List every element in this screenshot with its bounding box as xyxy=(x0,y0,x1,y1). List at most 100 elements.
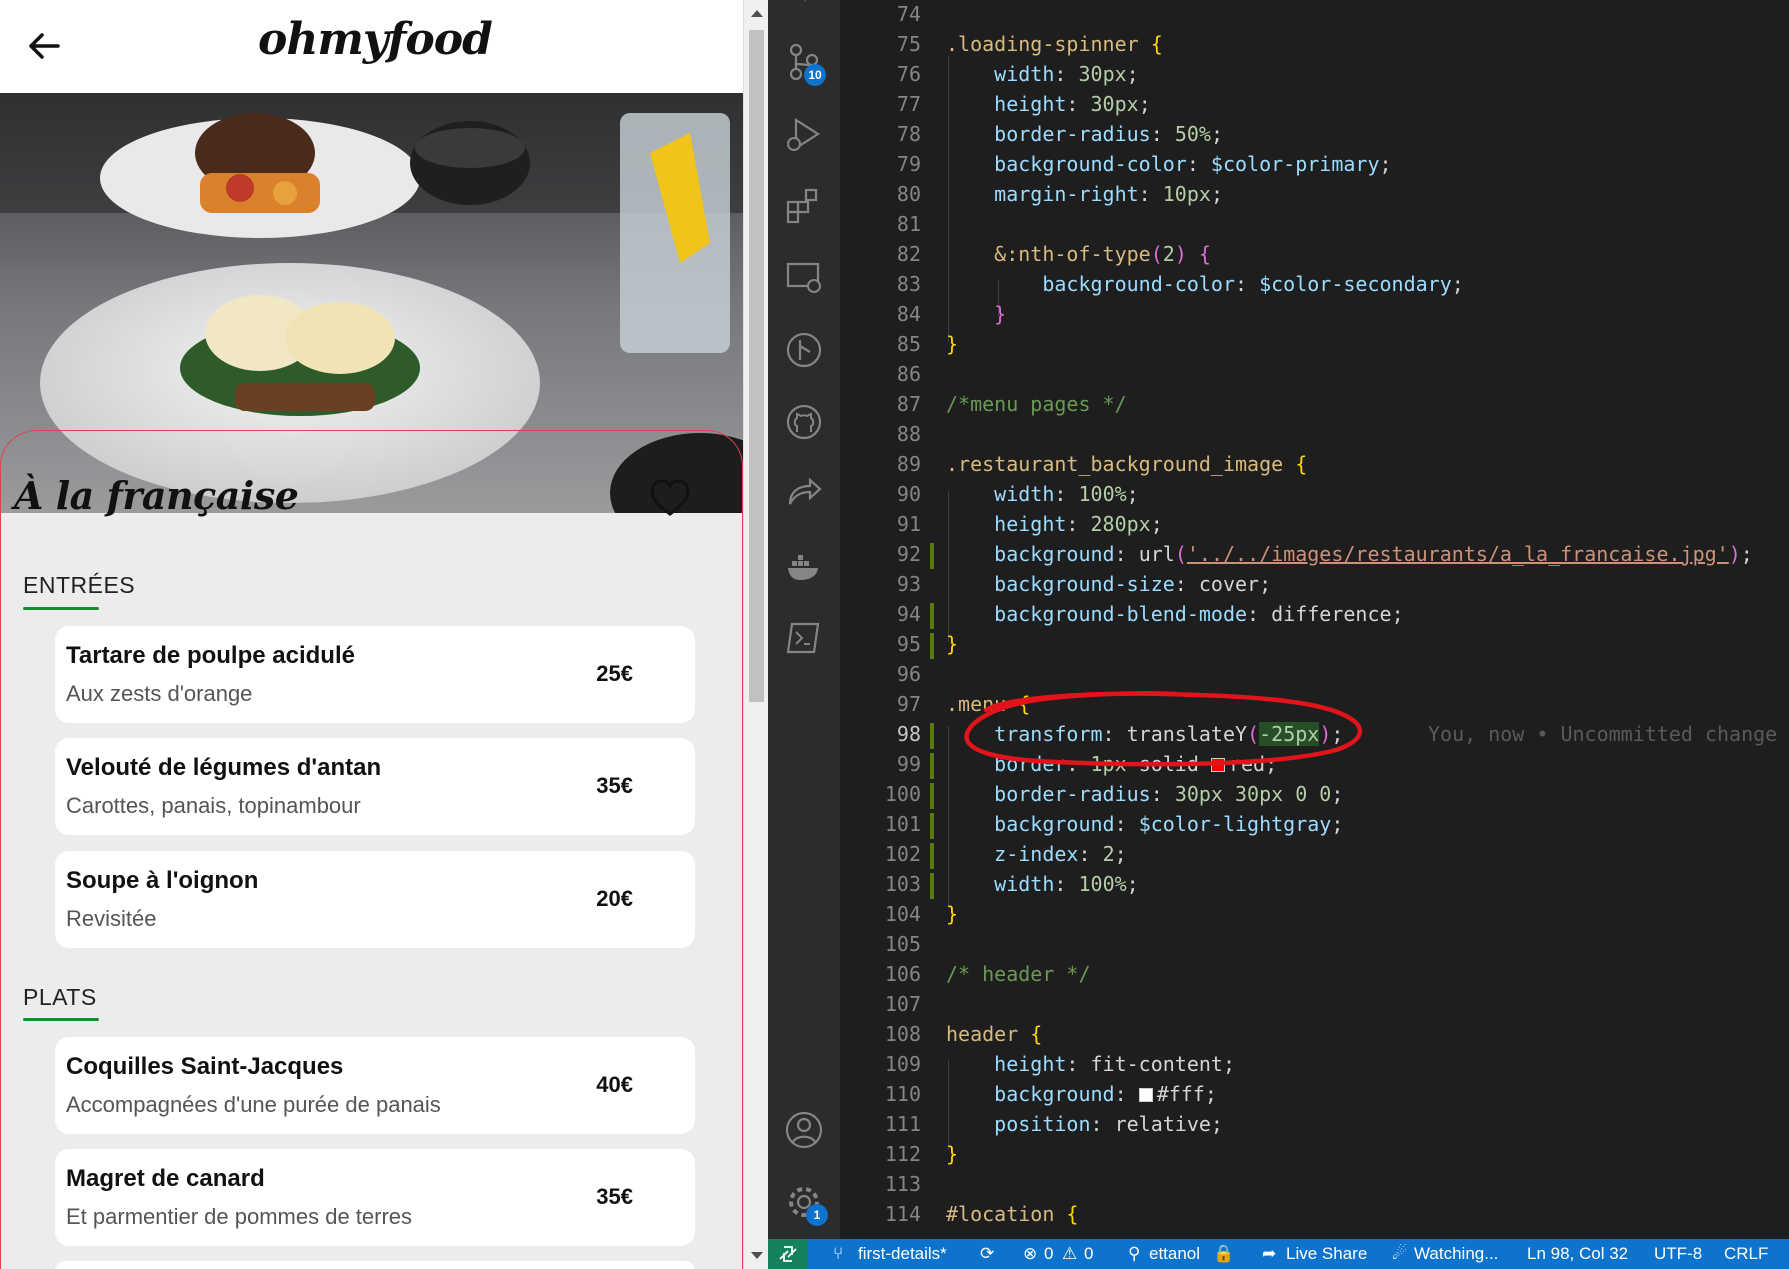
site-logo[interactable]: ohmyfood xyxy=(258,14,493,65)
line-number: 75 xyxy=(896,32,921,56)
github-icon[interactable] xyxy=(784,402,824,442)
status-live-share[interactable]: Live Share xyxy=(1286,1244,1367,1264)
git-modified-marker[interactable] xyxy=(930,843,934,869)
remote-explorer-icon[interactable] xyxy=(784,258,824,298)
status-encoding[interactable]: UTF-8 xyxy=(1654,1244,1702,1264)
line-number: 81 xyxy=(896,212,921,236)
line-number: 84 xyxy=(896,302,921,326)
scroll-down-icon[interactable] xyxy=(751,1252,763,1259)
code-line-77: height: 30px; xyxy=(994,92,1151,116)
line-number: 100 xyxy=(884,782,921,806)
code-line-108: header { xyxy=(946,1022,1043,1046)
dish-description: Carottes, panais, topinambour xyxy=(66,793,361,818)
red-circle-annotation xyxy=(964,691,1363,767)
run-debug-icon[interactable] xyxy=(784,114,824,154)
dish-description: Et parmentier de pommes de terres xyxy=(66,1204,413,1229)
line-number: 108 xyxy=(884,1022,921,1046)
code-line-110: background: #fff; xyxy=(994,1082,1217,1106)
menu-container xyxy=(0,430,743,1269)
line-number: 96 xyxy=(896,662,921,686)
line-number: 103 xyxy=(884,872,921,896)
line-number: 106 xyxy=(884,962,921,986)
account-icon[interactable] xyxy=(784,1110,824,1150)
dish-price: 20€ xyxy=(596,886,633,911)
git-modified-marker[interactable] xyxy=(930,543,934,569)
status-account[interactable]: ettanol xyxy=(1149,1244,1200,1264)
sync-icon[interactable]: ⟳ xyxy=(980,1244,994,1264)
dish-price: 35€ xyxy=(596,1184,633,1209)
warning-icon: ⚠ xyxy=(1062,1244,1078,1263)
line-number: 89 xyxy=(896,452,921,476)
line-number: 107 xyxy=(884,992,921,1016)
line-number: 105 xyxy=(884,932,921,956)
scroll-up-icon[interactable] xyxy=(751,10,763,17)
arrow-left-icon[interactable] xyxy=(24,26,64,66)
dish-card[interactable] xyxy=(55,1261,695,1269)
line-number: 77 xyxy=(896,92,921,116)
error-icon: ⊗ xyxy=(1023,1244,1038,1263)
status-eol[interactable]: CRLF xyxy=(1724,1244,1768,1264)
line-number: 76 xyxy=(896,62,921,86)
code-line-75: .loading-spinner { xyxy=(946,32,1163,56)
live-share-status-icon: ➦ xyxy=(1262,1244,1277,1263)
line-number: 102 xyxy=(884,842,921,866)
status-branch[interactable]: first-details* xyxy=(858,1244,947,1264)
line-number: 99 xyxy=(896,752,921,776)
restaurant-title: À la française xyxy=(14,473,299,518)
git-graph-icon[interactable] xyxy=(784,330,824,370)
status-errors[interactable]: 0 xyxy=(1044,1244,1053,1264)
status-watching[interactable]: Watching... xyxy=(1414,1244,1498,1264)
dish-card[interactable]: Soupe à l'oignon Revisitée 20€ xyxy=(55,851,695,948)
dish-card[interactable]: Magret de canard Et parmentier de pommes… xyxy=(55,1149,695,1246)
dish-card[interactable]: Coquilles Saint-Jacques Accompagnées d'u… xyxy=(55,1037,695,1134)
section-title-plats: PLATS xyxy=(23,984,97,1010)
docker-icon[interactable] xyxy=(784,546,824,586)
git-modified-marker[interactable] xyxy=(930,873,934,899)
code-line-94: background-blend-mode: difference; xyxy=(994,602,1404,626)
code-line-95: } xyxy=(946,632,959,656)
browser-preview: ohmyfood À la française ENTRÉES Tartare … xyxy=(0,0,768,1269)
status-position[interactable]: Ln 98, Col 32 xyxy=(1527,1244,1628,1264)
git-modified-marker[interactable] xyxy=(930,813,934,839)
code-line-100: border-radius: 30px 30px 0 0; xyxy=(994,782,1344,806)
scm-badge: 10 xyxy=(804,64,826,86)
git-modified-marker[interactable] xyxy=(930,633,934,659)
line-number: 104 xyxy=(884,902,921,926)
line-number: 114 xyxy=(884,1202,921,1226)
dish-description: Revisitée xyxy=(66,906,157,931)
extensions-icon[interactable] xyxy=(784,186,824,226)
line-number: 91 xyxy=(896,512,921,536)
git-modified-marker[interactable] xyxy=(930,723,934,749)
remote-indicator[interactable] xyxy=(768,1239,808,1269)
dish-card[interactable]: Velouté de légumes d'antan Carottes, pan… xyxy=(55,738,695,835)
status-warnings[interactable]: 0 xyxy=(1084,1244,1093,1264)
code-line-103: width: 100%; xyxy=(994,872,1139,896)
line-number: 79 xyxy=(896,152,921,176)
line-number: 88 xyxy=(896,422,921,446)
scroll-thumb[interactable] xyxy=(749,30,764,702)
code-line-84: } xyxy=(994,302,1007,326)
code-line-78: border-radius: 50%; xyxy=(994,122,1223,146)
code-line-112: } xyxy=(946,1142,959,1166)
chevron-icon[interactable] xyxy=(784,0,824,18)
account-status-icon: ⚲ xyxy=(1128,1244,1141,1263)
line-number: 93 xyxy=(896,572,921,596)
color-swatch[interactable] xyxy=(1138,1088,1153,1102)
line-number: 101 xyxy=(884,812,921,836)
line-number: 85 xyxy=(896,332,921,356)
line-number: 113 xyxy=(884,1172,921,1196)
terminal-icon[interactable] xyxy=(784,618,824,658)
code-line-90: width: 100%; xyxy=(994,482,1139,506)
line-number: 111 xyxy=(884,1112,921,1136)
git-modified-marker[interactable] xyxy=(930,783,934,809)
live-share-icon[interactable] xyxy=(784,474,824,514)
git-modified-marker[interactable] xyxy=(930,753,934,779)
line-number: 74 xyxy=(896,2,921,26)
preview-scrollbar[interactable] xyxy=(743,0,768,1269)
code-content[interactable]: .loading-spinner { width: 30px; height: … xyxy=(946,0,1789,1239)
dish-card[interactable]: Tartare de poulpe acidulé Aux zests d'or… xyxy=(55,626,695,723)
line-number: 87 xyxy=(896,392,921,416)
code-line-101: background: $color-lightgray; xyxy=(994,812,1344,836)
git-modified-marker[interactable] xyxy=(930,603,934,629)
heart-outline-icon[interactable] xyxy=(648,478,692,518)
